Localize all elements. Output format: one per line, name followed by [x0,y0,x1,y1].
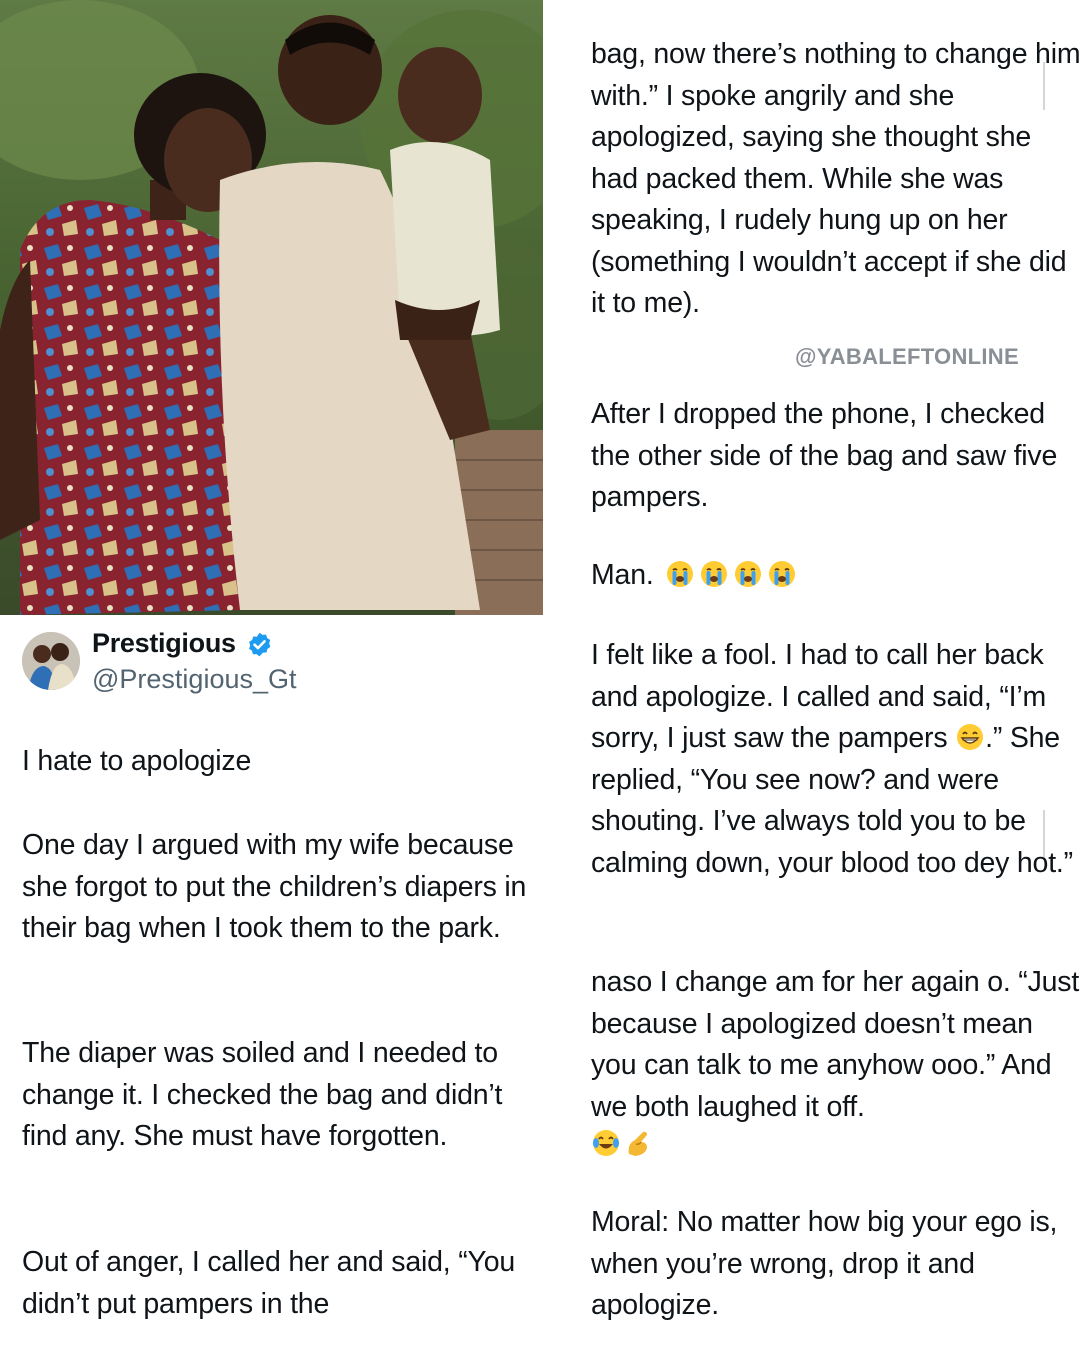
tweet-paragraph-man: Man. [591,555,1080,597]
loudly-crying-face-icon [665,559,695,589]
tweet-paragraph: naso I change am for her again o. “Just … [591,966,1080,1123]
display-name[interactable]: Prestigious [92,628,236,659]
face-with-tears-of-joy-icon [591,1128,621,1158]
man-text: Man. [591,559,654,591]
tweet-paragraph: I felt like a fool. I had to call her ba… [591,635,1080,884]
right-column: bag, now there’s nothing to change him w… [543,0,1080,1350]
tweet-header: Prestigious @Prestigious_Gt [22,628,522,698]
laugh-emoji-row [591,1128,653,1158]
tweet-paragraph: bag, now there’s nothing to change him w… [591,38,1080,319]
tweet-paragraph: I hate to apologize [22,745,252,777]
watermark: @YABALEFTONLINE [795,344,1019,369]
tweet-paragraph: Out of anger, I called her and said, “Yo… [22,1246,515,1320]
family-photo [0,0,543,615]
tweet-paragraph: Moral: No matter how big your ego is, wh… [591,1206,1058,1321]
loudly-crying-face-icon [699,559,729,589]
grinning-face-icon [955,722,985,752]
crying-emoji-row [665,559,797,589]
avatar[interactable] [22,632,80,690]
tweet-paragraph: The diaper was soiled and I needed to ch… [22,1037,503,1152]
tweet-paragraph: One day I argued with my wife because sh… [22,829,527,944]
pinching-hand-icon [623,1128,653,1158]
loudly-crying-face-icon [733,559,763,589]
verified-badge-icon [246,631,273,658]
left-column: Prestigious @Prestigious_Gt I hate to ap… [0,0,543,1350]
handle[interactable]: @Prestigious_Gt [92,664,297,695]
tweet-paragraph: After I dropped the phone, I checked the… [591,398,1058,513]
loudly-crying-face-icon [767,559,797,589]
